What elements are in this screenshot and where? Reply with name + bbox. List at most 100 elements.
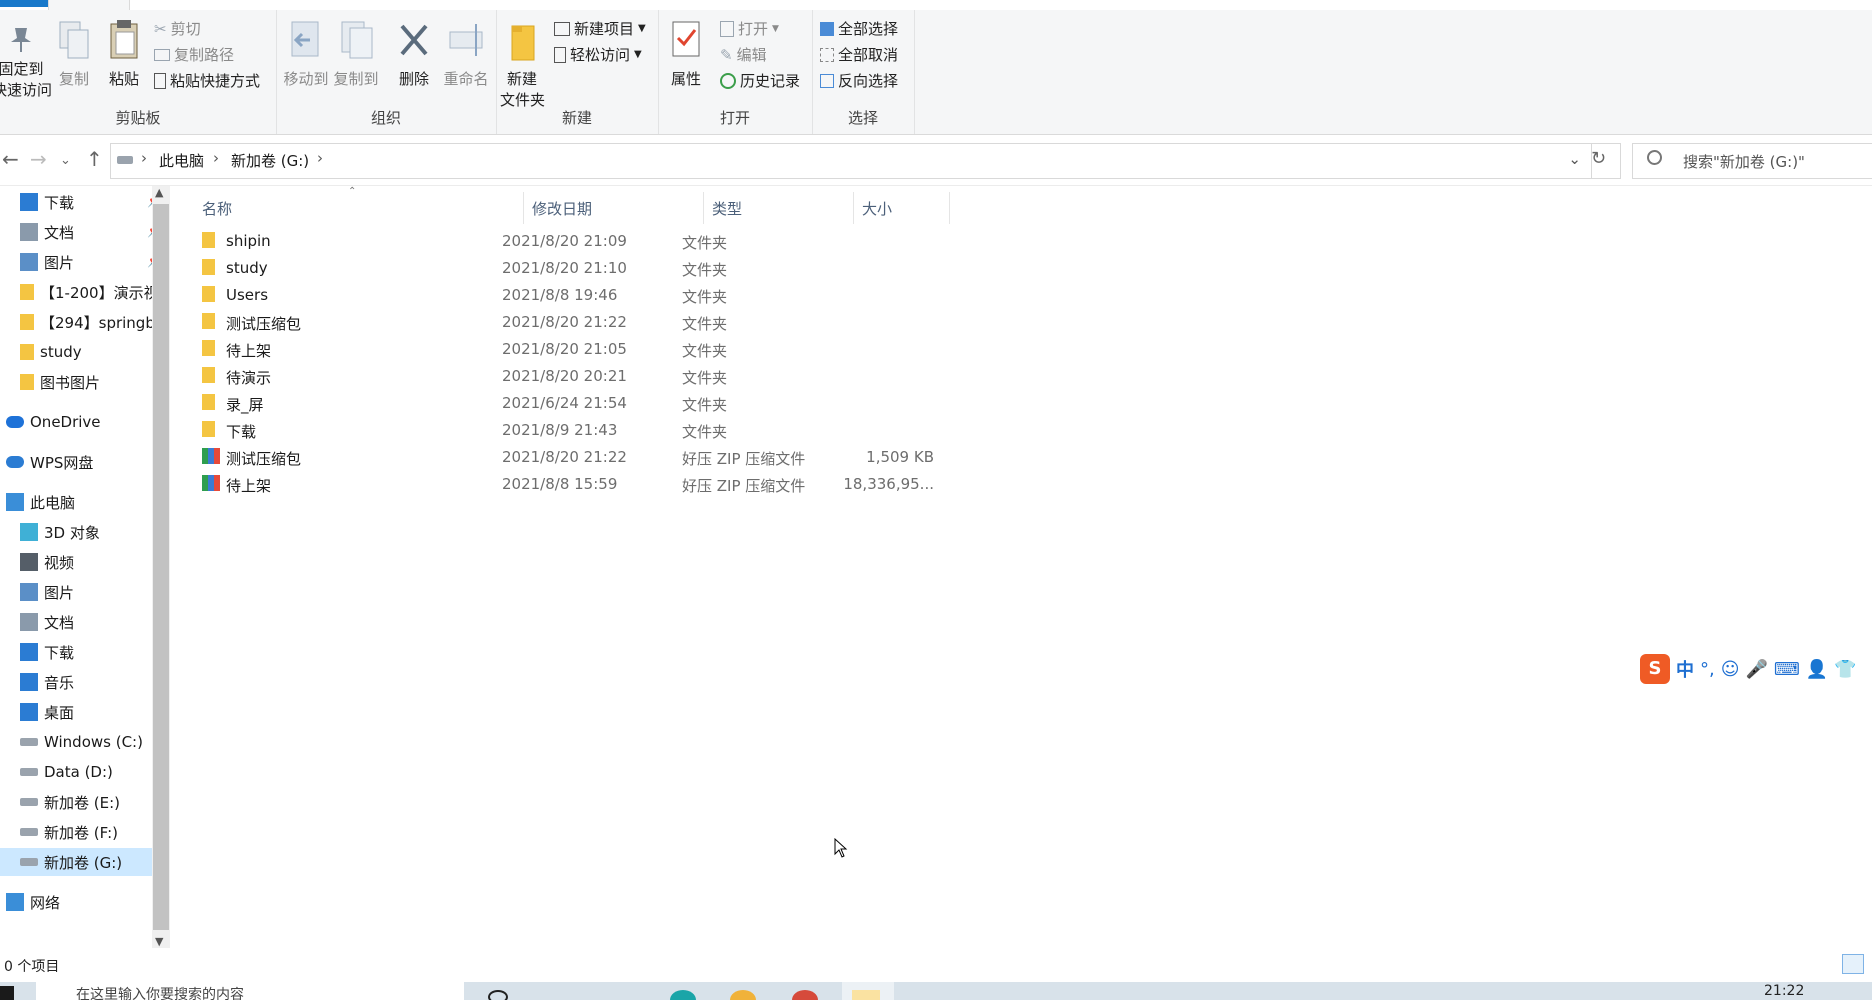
forward-arrow-icon[interactable]: → [30, 147, 47, 171]
nav-network[interactable]: 网络 [0, 888, 156, 916]
column-header-date[interactable]: 修改日期 [524, 192, 704, 224]
refresh-button[interactable]: ↻ [1580, 143, 1621, 179]
tab-file[interactable] [0, 0, 48, 7]
nav-this-pc-item[interactable]: 新加卷 (F:) [0, 818, 170, 846]
nav-quick-access-item[interactable]: 图片📌 [0, 248, 170, 276]
file-row[interactable]: 待演示 2021/8/20 20:21 文件夹 [194, 363, 1119, 390]
nav-this-pc-item[interactable]: 桌面 [0, 698, 170, 726]
punctuation-icon[interactable]: °, [1700, 659, 1715, 680]
paste-icon [110, 20, 138, 59]
file-row[interactable]: study 2021/8/20 21:10 文件夹 [194, 255, 1119, 282]
microphone-icon[interactable]: 🎤 [1746, 659, 1768, 680]
column-header-type[interactable]: 类型 [704, 192, 854, 224]
properties-label: 属性 [670, 70, 701, 88]
easy-access-button[interactable]: 轻松访问 ▼ [554, 44, 642, 65]
nav-this-pc-item[interactable]: 视频 [0, 548, 170, 576]
nav-item-label: 此电脑 [30, 493, 76, 512]
nav-this-pc-item[interactable]: 新加卷 (E:) [0, 788, 170, 816]
file-row[interactable]: 待上架 2021/8/20 21:05 文件夹 [194, 336, 1119, 363]
up-arrow-icon[interactable]: ↑ [86, 147, 103, 171]
file-row[interactable]: shipin 2021/8/20 21:09 文件夹 [194, 228, 1119, 255]
nav-scrollbar-thumb[interactable] [153, 204, 169, 930]
open-button[interactable]: 打开 ▼ [720, 18, 779, 39]
file-type: 文件夹 [682, 261, 728, 279]
drive-icon [20, 858, 38, 866]
search-input[interactable]: 搜索"新加卷 (G:)" [1632, 143, 1872, 179]
mouse-cursor-icon [834, 838, 848, 858]
nav-this-pc-item[interactable]: 文档 [0, 608, 170, 636]
pin-label: 固定到 快速访问 [0, 60, 53, 99]
taskbar-clock[interactable]: 21:22 [1764, 983, 1804, 999]
file-row[interactable]: 录_屏 2021/6/24 21:54 文件夹 [194, 390, 1119, 417]
file-row[interactable]: 下载 2021/8/9 21:43 文件夹 [194, 417, 1119, 444]
nav-this-pc-item[interactable]: 新加卷 (G:) [0, 848, 170, 876]
desktop-icon [20, 703, 38, 721]
rename-button[interactable]: 重命名 [440, 16, 492, 89]
select-none-button[interactable]: 全部取消 [820, 44, 898, 65]
nav-quick-access-item[interactable]: 文档📌 [0, 218, 170, 246]
cut-button[interactable]: ✂ 剪切 [154, 18, 201, 39]
nav-this-pc-item[interactable]: Data (D:) [0, 758, 170, 786]
back-arrow-icon[interactable]: ← [2, 147, 19, 171]
taskbar-search-box[interactable]: 在这里输入你要搜索的内容 [36, 982, 464, 1000]
copy-path-button[interactable]: 复制路径 [154, 44, 234, 65]
task-view-icon[interactable] [488, 990, 508, 1000]
skin-shirt-icon[interactable]: 👕 [1834, 659, 1856, 680]
nav-this-pc-item[interactable]: 下载 [0, 638, 170, 666]
nav-this-pc-item[interactable]: 3D 对象 [0, 518, 170, 546]
keyboard-icon[interactable]: ⌨ [1774, 659, 1800, 680]
edit-button[interactable]: ✎ 编辑 [720, 44, 767, 65]
start-windows-icon[interactable] [0, 986, 14, 1000]
nav-quick-access-item[interactable]: 图书图片 [0, 368, 170, 396]
pin-to-quick-access-button[interactable]: 固定到 快速访问 [0, 22, 53, 100]
nav-this-pc-item[interactable]: 音乐 [0, 668, 170, 696]
breadcrumb-drive-g[interactable]: 新加卷 (G:) [231, 150, 309, 171]
new-folder-button[interactable]: 新建 文件夹 [500, 16, 545, 110]
user-icon[interactable]: 👤 [1806, 659, 1828, 680]
select-all-button[interactable]: 全部选择 [820, 18, 898, 39]
file-row[interactable]: 待上架 2021/8/8 15:59 好压 ZIP 压缩文件 18,336,95... [194, 471, 1119, 498]
paste-shortcut-button[interactable]: 粘贴快捷方式 [154, 70, 260, 91]
select-none-icon [820, 47, 834, 62]
details-view-icon[interactable] [1842, 954, 1864, 974]
delete-button[interactable]: 删除 [392, 16, 436, 89]
nav-quick-access-item[interactable]: 【1-200】演示视 [0, 278, 170, 306]
copy-to-button[interactable]: 复制到 [332, 16, 380, 89]
nav-onedrive[interactable]: OneDrive [0, 408, 156, 436]
paste-button[interactable]: 粘贴 [102, 16, 146, 89]
red-app-icon[interactable] [792, 990, 818, 1000]
file-name: study [226, 259, 268, 277]
properties-button[interactable]: 属性 [666, 16, 706, 89]
column-header-size[interactable]: 大小 [854, 192, 950, 224]
nav-quick-access-item[interactable]: 【294】springb [0, 308, 170, 336]
file-name: 下载 [226, 423, 257, 441]
nav-quick-access-item[interactable]: study [0, 338, 170, 366]
recent-locations-chevron-icon[interactable]: ⌄ [60, 153, 71, 168]
file-row[interactable]: 测试压缩包 2021/8/20 21:22 好压 ZIP 压缩文件 1,509 KB [194, 444, 1119, 471]
nav-this-pc-item[interactable]: 图片 [0, 578, 170, 606]
browser-icon[interactable] [670, 990, 696, 1000]
chrome-icon[interactable] [730, 990, 756, 1000]
scroll-up-arrow-icon[interactable]: ▲ [155, 186, 163, 199]
column-header-name[interactable]: 名称 [194, 192, 524, 224]
new-item-button[interactable]: 新建项目 ▼ [554, 18, 646, 39]
folder-icon [202, 340, 215, 356]
pencil-icon: ✎ [720, 45, 733, 64]
ime-mode-toggle[interactable]: 中 [1676, 656, 1694, 682]
file-row[interactable]: Users 2021/8/8 19:46 文件夹 [194, 282, 1119, 309]
nav-quick-access-item[interactable]: 下载📌 [0, 188, 170, 216]
nav-this-pc-item[interactable]: Windows (C:) [0, 728, 170, 756]
move-to-button[interactable]: 移动到 [282, 16, 330, 89]
invert-selection-button[interactable]: 反向选择 [820, 70, 898, 91]
file-type: 文件夹 [682, 315, 728, 333]
address-bar[interactable]: › 此电脑 › 新加卷 (G:) › ⌄ [110, 143, 1592, 179]
copy-button[interactable]: 复制 [52, 16, 96, 89]
history-button[interactable]: 历史记录 [720, 70, 800, 91]
file-row[interactable]: 测试压缩包 2021/8/20 21:22 文件夹 [194, 309, 1119, 336]
sogou-logo-icon[interactable]: S [1640, 654, 1670, 684]
breadcrumb-this-pc[interactable]: 此电脑 [159, 150, 204, 171]
nav-this-pc[interactable]: 此电脑 [0, 488, 156, 516]
scroll-down-arrow-icon[interactable]: ▼ [155, 935, 163, 948]
emoji-icon[interactable]: ☺ [1721, 659, 1740, 680]
nav-wps[interactable]: WPS网盘 [0, 448, 156, 476]
